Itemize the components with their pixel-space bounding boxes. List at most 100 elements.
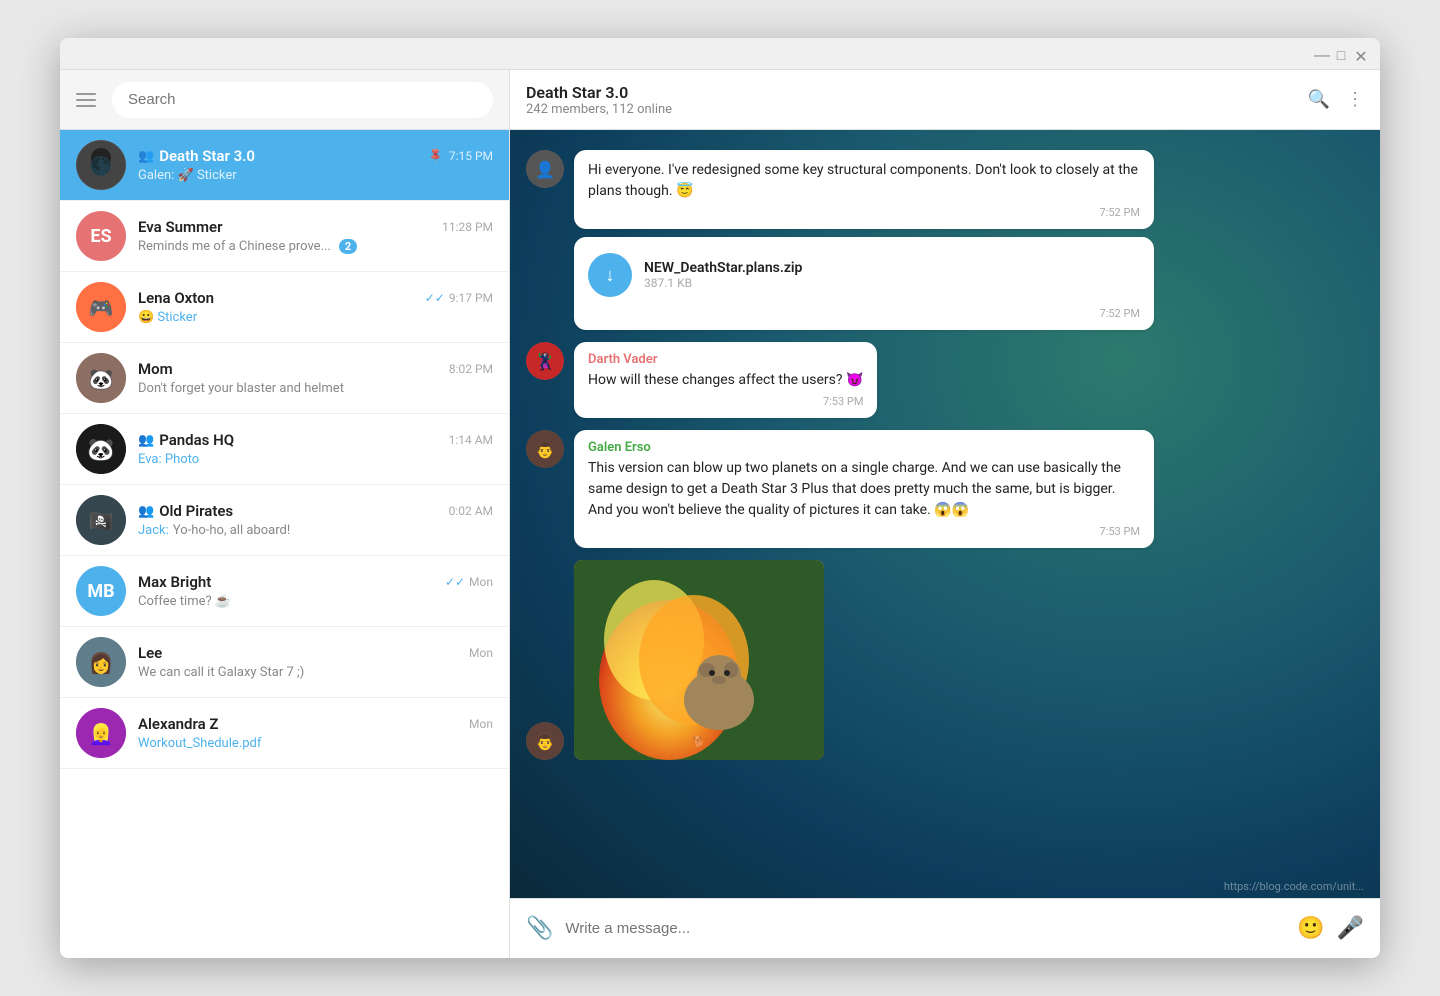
chat-item-alex[interactable]: 👱‍♀️ Alexandra Z Mon Workout_Shedule.pdf <box>60 698 509 769</box>
messages-container: 👤 Hi everyone. I've redesigned some key … <box>510 130 1380 898</box>
message-sender: Galen Erso <box>588 440 1140 455</box>
unread-badge: 2 <box>339 239 357 254</box>
chat-item-pirates[interactable]: 🏴‍☠️ 👥 Old Pirates 0:02 AM Jack: <box>60 485 509 556</box>
avatar: 👱‍♀️ <box>76 708 126 758</box>
chat-name: Eva Summer <box>138 218 223 236</box>
group-icon: 👥 <box>138 504 154 519</box>
file-size: 387.1 KB <box>644 276 1140 290</box>
svg-text:👱‍♀️: 👱‍♀️ <box>89 722 114 746</box>
svg-text:🦹: 🦹 <box>535 352 555 371</box>
chat-name: 👥 Death Star 3.0 <box>138 147 255 165</box>
chat-info: 👥 Death Star 3.0 📌 7:15 PM Galen: 🚀 Stic… <box>138 147 493 183</box>
attach-icon[interactable]: 📎 <box>526 916 553 941</box>
app-window: — □ ✕ 🌑 <box>60 38 1380 958</box>
avatar: 🏴‍☠️ <box>76 495 126 545</box>
sidebar: 🌑 👥 Death Star 3.0 📌 7:15 PM <box>60 70 510 958</box>
message-sender: Darth Vader <box>588 352 863 367</box>
message-time: 7:52 PM <box>588 307 1140 320</box>
chat-name: Lee <box>138 644 162 662</box>
message-time: 7:53 PM <box>588 525 1140 538</box>
microphone-icon[interactable]: 🎤 <box>1337 916 1364 941</box>
hamburger-menu[interactable] <box>76 93 96 107</box>
chat-info: 👥 Old Pirates 0:02 AM Jack: Yo-ho-ho, al… <box>138 502 493 538</box>
file-bubble: ↓ NEW_DeathStar.plans.zip 387.1 KB 7:52 … <box>574 237 1154 330</box>
titlebar: — □ ✕ <box>60 38 1380 70</box>
chat-item-max[interactable]: MB Max Bright ✓✓ Mon Coffee time? ☕ <box>60 556 509 627</box>
file-name: NEW_DeathStar.plans.zip <box>644 260 1140 276</box>
message-bubble: Galen Erso This version can blow up two … <box>574 430 1154 548</box>
chat-preview: Reminds me of a Chinese prove... 2 <box>138 239 493 254</box>
svg-text:👨: 👨 <box>535 440 555 459</box>
chat-item-eva[interactable]: ES Eva Summer 11:28 PM Reminds me of a C… <box>60 201 509 272</box>
pin-icon: 📌 <box>425 146 445 166</box>
read-check-icon: ✓✓ <box>445 575 465 589</box>
chat-header: Death Star 3.0 242 members, 112 online 🔍… <box>510 70 1380 130</box>
svg-text:🌑: 🌑 <box>90 155 112 177</box>
message-input[interactable] <box>565 920 1285 937</box>
chat-preview: We can call it Galaxy Star 7 ;) <box>138 665 493 680</box>
chat-preview: Galen: 🚀 Sticker <box>138 168 493 183</box>
sticker-image: 🐕 <box>574 560 824 760</box>
chat-item-lena[interactable]: 🎮 Lena Oxton ✓✓ 9:17 PM 😀 Sticker <box>60 272 509 343</box>
emoji-icon[interactable]: 🙂 <box>1297 916 1324 941</box>
avatar: 🐼 <box>76 424 126 474</box>
message-input-area: 📎 🙂 🎤 <box>510 898 1380 958</box>
chat-info: Lena Oxton ✓✓ 9:17 PM 😀 Sticker <box>138 289 493 325</box>
chat-item-mom[interactable]: 🐼 Mom 8:02 PM Don't forget your blaster … <box>60 343 509 414</box>
chat-preview: Jack: Yo-ho-ho, all aboard! <box>138 523 493 538</box>
svg-text:🎮: 🎮 <box>89 296 114 320</box>
chat-preview: Workout_Shedule.pdf <box>138 736 493 751</box>
chat-area: Death Star 3.0 242 members, 112 online 🔍… <box>510 70 1380 958</box>
chat-info: Lee Mon We can call it Galaxy Star 7 ;) <box>138 644 493 680</box>
more-options-icon[interactable]: ⋮ <box>1346 89 1364 110</box>
download-button[interactable]: ↓ <box>588 253 632 297</box>
chat-preview: 😀 Sticker <box>138 310 493 325</box>
chat-preview: Coffee time? ☕ <box>138 594 493 609</box>
chat-time: 9:17 PM <box>449 291 493 305</box>
message-bubble: Hi everyone. I've redesigned some key st… <box>574 150 1154 229</box>
message-row: 🦹 Darth Vader How will these changes aff… <box>526 342 1364 418</box>
search-icon[interactable]: 🔍 <box>1308 89 1330 110</box>
chat-time: 1:14 AM <box>449 433 493 447</box>
svg-text:🐼: 🐼 <box>89 367 114 391</box>
chat-header-actions: 🔍 ⋮ <box>1308 89 1364 110</box>
avatar: 👩 <box>76 637 126 687</box>
maximize-button[interactable]: □ <box>1334 47 1348 61</box>
chat-preview: Don't forget your blaster and helmet <box>138 381 493 396</box>
chat-time: Mon <box>469 575 493 589</box>
group-icon: 👥 <box>138 433 154 448</box>
sticker-row: 👨 <box>526 560 1364 760</box>
message-time: 7:53 PM <box>588 395 863 408</box>
chat-info: Alexandra Z Mon Workout_Shedule.pdf <box>138 715 493 751</box>
svg-text:🐕: 🐕 <box>693 735 705 748</box>
window-controls: — □ ✕ <box>1314 47 1368 61</box>
main-content: 🌑 👥 Death Star 3.0 📌 7:15 PM <box>60 70 1380 958</box>
chat-header-info: Death Star 3.0 242 members, 112 online <box>526 83 1296 117</box>
chat-info: Mom 8:02 PM Don't forget your blaster an… <box>138 360 493 396</box>
chat-item-pandas[interactable]: 🐼 👥 Pandas HQ 1:14 AM Eva: Photo <box>60 414 509 485</box>
svg-text:🏴‍☠️: 🏴‍☠️ <box>89 509 114 533</box>
svg-text:👩: 👩 <box>89 651 114 675</box>
message-text: How will these changes affect the users?… <box>588 370 863 391</box>
avatar: 🐼 <box>76 353 126 403</box>
chat-info: Max Bright ✓✓ Mon Coffee time? ☕ <box>138 573 493 609</box>
message-avatar: 👤 <box>526 150 564 188</box>
message-text: Hi everyone. I've redesigned some key st… <box>588 160 1140 202</box>
message-avatar: 🦹 <box>526 342 564 380</box>
avatar: 🌑 <box>76 140 126 190</box>
message-avatar: 👨 <box>526 430 564 468</box>
minimize-button[interactable]: — <box>1314 47 1328 61</box>
chat-item-death-star[interactable]: 🌑 👥 Death Star 3.0 📌 7:15 PM <box>60 130 509 201</box>
chat-info: 👥 Pandas HQ 1:14 AM Eva: Photo <box>138 431 493 467</box>
chat-item-lee[interactable]: 👩 Lee Mon We can call it Galaxy Star 7 ;… <box>60 627 509 698</box>
chat-header-name: Death Star 3.0 <box>526 83 1296 102</box>
svg-text:👤: 👤 <box>535 160 555 179</box>
chat-time: 8:02 PM <box>449 362 493 376</box>
message-text: This version can blow up two planets on … <box>588 458 1140 521</box>
chat-list: 🌑 👥 Death Star 3.0 📌 7:15 PM <box>60 130 509 958</box>
chat-info: Eva Summer 11:28 PM Reminds me of a Chin… <box>138 218 493 254</box>
svg-text:🐼: 🐼 <box>87 437 115 463</box>
close-button[interactable]: ✕ <box>1354 47 1368 61</box>
chat-time: Mon <box>469 646 493 660</box>
search-input[interactable] <box>112 82 493 118</box>
